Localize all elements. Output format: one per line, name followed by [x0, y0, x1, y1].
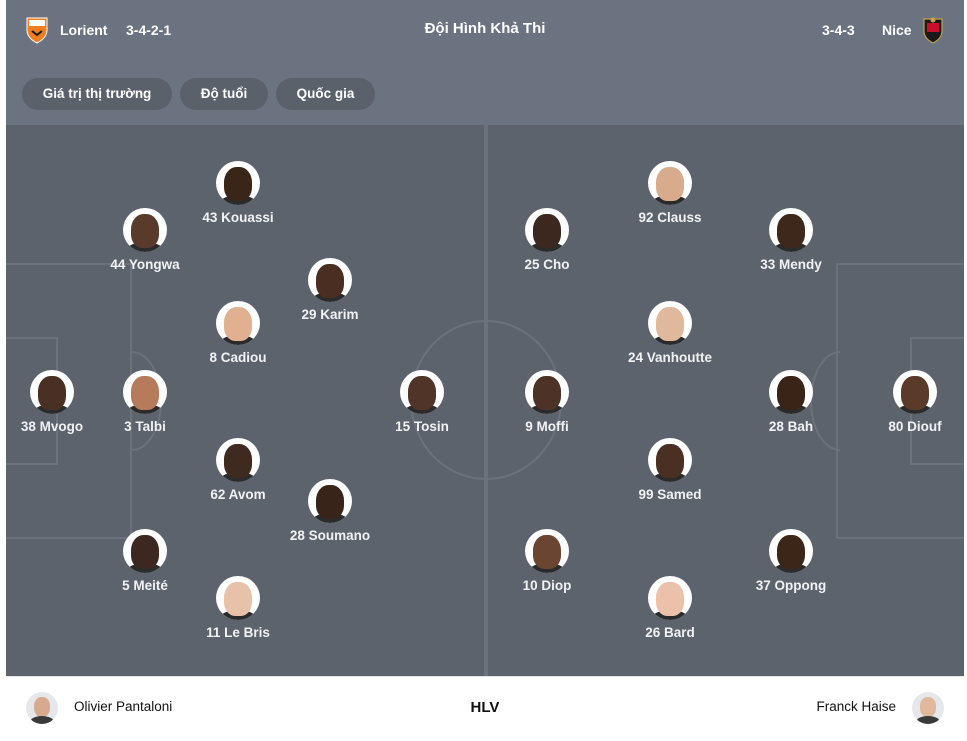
- away-player[interactable]: 25 Cho: [477, 208, 617, 272]
- player-face: [777, 535, 805, 569]
- player-avatar[interactable]: [216, 438, 260, 482]
- coach-bar: Olivier Pantaloni HLV Franck Haise: [6, 676, 964, 741]
- player-face: [408, 376, 436, 410]
- lineup-card: Lorient 3-4-2-1 Đội Hình Khả Thi 3-4-3 N…: [6, 0, 964, 741]
- player-avatar[interactable]: [216, 576, 260, 620]
- player-avatar[interactable]: [400, 370, 444, 414]
- away-player[interactable]: 9 Moffi: [477, 370, 617, 434]
- player-avatar[interactable]: [648, 301, 692, 345]
- away-player[interactable]: 37 Oppong: [721, 529, 861, 593]
- player-name[interactable]: 28 Soumano: [260, 528, 400, 543]
- player-name[interactable]: 33 Mendy: [721, 257, 861, 272]
- player-avatar[interactable]: [648, 438, 692, 482]
- player-name[interactable]: 8 Cadiou: [168, 350, 308, 365]
- player-avatar[interactable]: [769, 529, 813, 573]
- away-player[interactable]: 80 Diouf: [845, 370, 964, 434]
- away-team-name[interactable]: Nice: [882, 22, 912, 38]
- player-face: [656, 307, 684, 341]
- player-avatar[interactable]: [893, 370, 937, 414]
- home-player[interactable]: 15 Tosin: [352, 370, 492, 434]
- player-face: [131, 214, 159, 248]
- player-face: [533, 214, 561, 248]
- player-face: [224, 444, 252, 478]
- player-name[interactable]: 10 Diop: [477, 578, 617, 593]
- player-name[interactable]: 80 Diouf: [845, 419, 964, 434]
- player-name[interactable]: 29 Karim: [260, 307, 400, 322]
- filter-bar: Giá trị thị trường Độ tuổi Quốc gia: [6, 62, 964, 125]
- away-player[interactable]: 92 Clauss: [600, 161, 740, 225]
- player-avatar[interactable]: [525, 529, 569, 573]
- player-name[interactable]: 99 Samed: [600, 487, 740, 502]
- player-avatar[interactable]: [648, 161, 692, 205]
- player-name[interactable]: 24 Vanhoutte: [600, 350, 740, 365]
- home-player[interactable]: 43 Kouassi: [168, 161, 308, 225]
- player-face: [131, 376, 159, 410]
- player-face: [777, 376, 805, 410]
- player-face: [533, 376, 561, 410]
- away-coach-name[interactable]: Franck Haise: [816, 699, 896, 714]
- away-player[interactable]: 33 Mendy: [721, 208, 861, 272]
- player-avatar[interactable]: [525, 208, 569, 252]
- player-face: [901, 376, 929, 410]
- player-avatar[interactable]: [123, 529, 167, 573]
- home-player[interactable]: 3 Talbi: [75, 370, 215, 434]
- player-face: [38, 376, 66, 410]
- away-player[interactable]: 10 Diop: [477, 529, 617, 593]
- player-name[interactable]: 25 Cho: [477, 257, 617, 272]
- player-face: [656, 582, 684, 616]
- player-avatar[interactable]: [216, 301, 260, 345]
- player-name[interactable]: 44 Yongwa: [75, 257, 215, 272]
- player-face: [224, 582, 252, 616]
- player-face: [656, 444, 684, 478]
- player-name[interactable]: 28 Bah: [721, 419, 861, 434]
- player-avatar[interactable]: [216, 161, 260, 205]
- player-avatar[interactable]: [308, 258, 352, 302]
- player-face: [533, 535, 561, 569]
- player-name[interactable]: 26 Bard: [600, 625, 740, 640]
- page-title: Đội Hình Khả Thi: [424, 20, 546, 37]
- player-face: [656, 167, 684, 201]
- player-face: [777, 214, 805, 248]
- player-name[interactable]: 3 Talbi: [75, 419, 215, 434]
- home-player[interactable]: 28 Soumano: [260, 479, 400, 543]
- away-player[interactable]: 99 Samed: [600, 438, 740, 502]
- away-coach-avatar[interactable]: [912, 692, 944, 724]
- player-name[interactable]: 9 Moffi: [477, 419, 617, 434]
- away-player[interactable]: 28 Bah: [721, 370, 861, 434]
- player-avatar[interactable]: [769, 208, 813, 252]
- pitch: 38 Mvogo 44 Yongwa 3 Talbi 5 Meité 43 Kouass…: [6, 125, 964, 676]
- filter-nationality-button[interactable]: Quốc gia: [276, 78, 375, 110]
- away-player[interactable]: 26 Bard: [600, 576, 740, 640]
- player-face: [316, 485, 344, 519]
- home-player[interactable]: 29 Karim: [260, 258, 400, 322]
- player-name[interactable]: 37 Oppong: [721, 578, 861, 593]
- player-name[interactable]: 15 Tosin: [352, 419, 492, 434]
- player-avatar[interactable]: [769, 370, 813, 414]
- player-name[interactable]: 92 Clauss: [600, 210, 740, 225]
- player-name[interactable]: 43 Kouassi: [168, 210, 308, 225]
- player-avatar[interactable]: [30, 370, 74, 414]
- player-avatar[interactable]: [123, 370, 167, 414]
- player-face: [224, 167, 252, 201]
- player-face: [316, 264, 344, 298]
- home-player[interactable]: 11 Le Bris: [168, 576, 308, 640]
- away-player[interactable]: 24 Vanhoutte: [600, 301, 740, 365]
- filter-market-value-button[interactable]: Giá trị thị trường: [22, 78, 172, 110]
- player-avatar[interactable]: [123, 208, 167, 252]
- player-name[interactable]: 11 Le Bris: [168, 625, 308, 640]
- player-face: [224, 307, 252, 341]
- player-avatar[interactable]: [525, 370, 569, 414]
- filter-age-button[interactable]: Độ tuổi: [180, 78, 268, 110]
- player-avatar[interactable]: [648, 576, 692, 620]
- away-formation: 3-4-3: [822, 22, 855, 38]
- player-face: [131, 535, 159, 569]
- player-avatar[interactable]: [308, 479, 352, 523]
- nice-crest-icon[interactable]: [922, 16, 944, 44]
- lineup-header: Lorient 3-4-2-1 Đội Hình Khả Thi 3-4-3 N…: [6, 0, 964, 63]
